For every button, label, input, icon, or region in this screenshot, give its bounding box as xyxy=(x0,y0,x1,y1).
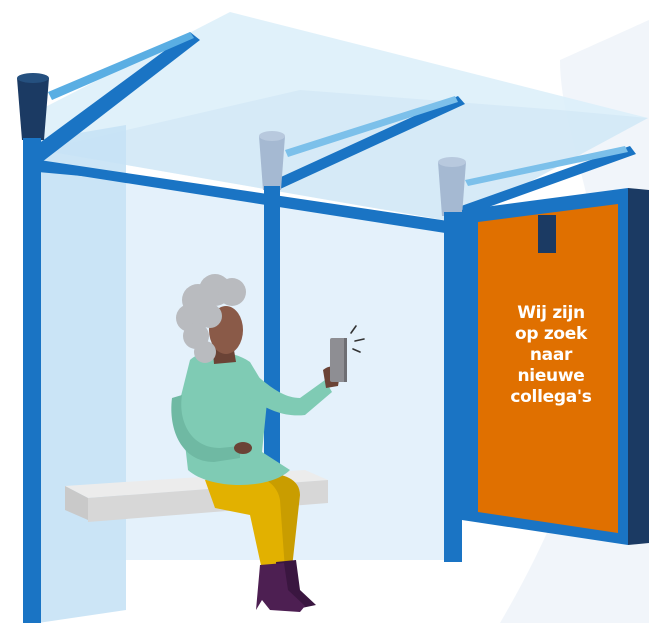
post-cap-right-top xyxy=(438,157,466,167)
billboard-line: naar xyxy=(529,345,573,365)
billboard-line: op zoek xyxy=(514,324,588,344)
post-cap-middle xyxy=(259,136,285,190)
billboard-bracket xyxy=(538,215,556,253)
billboard-line: collega's xyxy=(510,387,592,407)
post-right xyxy=(444,212,462,562)
post-cap-left-top xyxy=(17,73,49,83)
person-hand-lower xyxy=(234,442,252,454)
billboard-line: Wij zijn xyxy=(517,303,585,323)
billboard-side xyxy=(628,188,649,545)
phone-edge xyxy=(344,338,347,382)
left-glass-panel xyxy=(38,125,126,623)
post-cap-right xyxy=(438,162,466,216)
post-left xyxy=(23,138,41,623)
post-cap-middle-top xyxy=(259,131,285,141)
post-cap-left xyxy=(17,78,49,140)
billboard-message: Wij zijn op zoek naar nieuwe collega's xyxy=(486,303,616,408)
billboard-line: nieuwe xyxy=(517,366,585,386)
